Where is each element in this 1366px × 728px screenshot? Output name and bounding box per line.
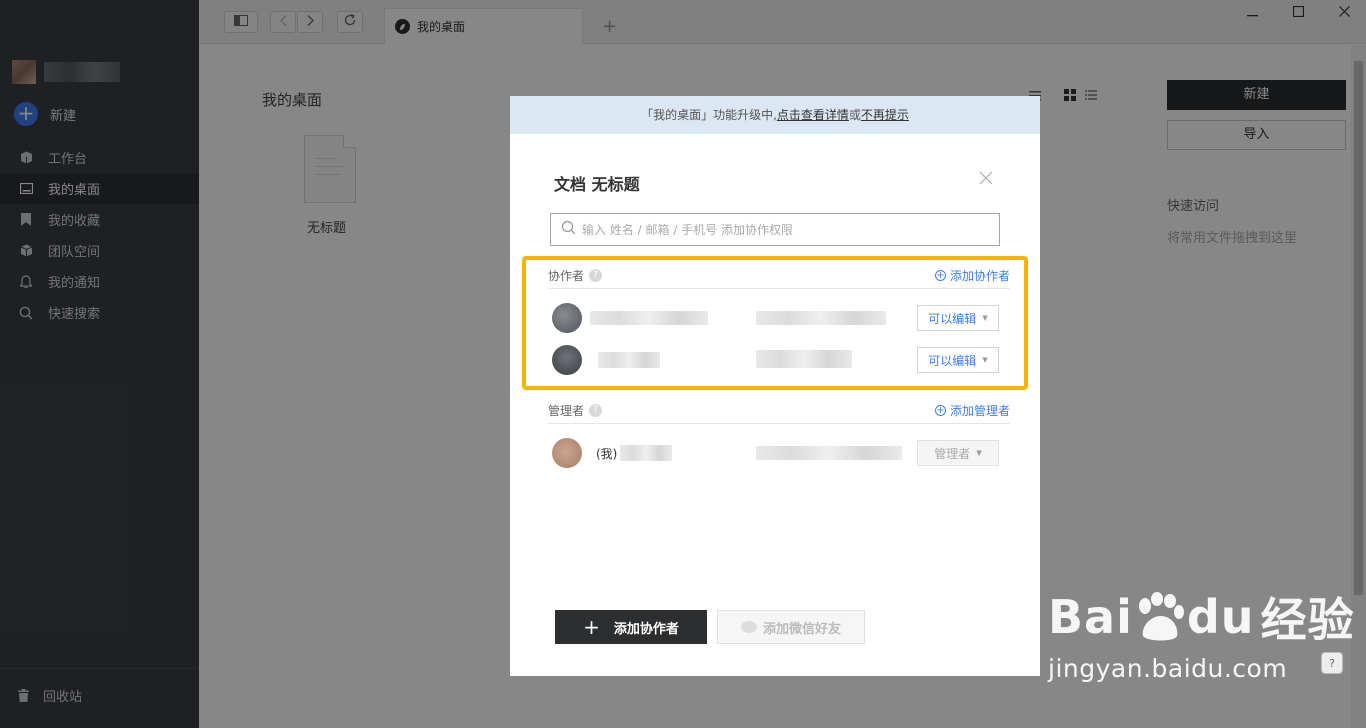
notice-text: 「我的桌面」功能升级中, xyxy=(641,108,777,122)
collaborator-row: 可以编辑 ▼ xyxy=(552,344,1002,376)
search-icon xyxy=(561,220,576,239)
avatar xyxy=(552,345,582,375)
manager-row: (我) 管理者 ▼ xyxy=(552,437,1002,469)
caret-down-icon: ▼ xyxy=(982,356,988,364)
watermark-url: jingyan.baidu.com xyxy=(1048,654,1288,683)
plus-circle-icon: + xyxy=(934,270,946,281)
wechat-icon xyxy=(740,621,757,633)
upgrade-notice: 「我的桌面」功能升级中,点击查看详情或不再提示 xyxy=(510,96,1040,134)
manager-name-blurred xyxy=(620,445,672,461)
collaborator-email-blurred xyxy=(756,350,852,368)
manager-permission-dropdown: 管理者 ▼ xyxy=(917,440,999,466)
view-details-link[interactable]: 点击查看详情 xyxy=(777,108,849,122)
help-icon[interactable]: ? xyxy=(589,269,603,282)
close-icon xyxy=(979,171,993,189)
add-collaborator-button-label: 添加协作者 xyxy=(613,621,679,637)
dialog-title: 文档 无标题 xyxy=(554,175,640,194)
permission-label: 可以编辑 xyxy=(928,311,977,326)
share-dialog: 「我的桌面」功能升级中,点击查看详情或不再提示 文档 无标题 协作者 ? + 添… xyxy=(510,96,1040,676)
watermark-brand: Bai xyxy=(1048,590,1133,644)
collaborator-row: 可以编辑 ▼ xyxy=(552,302,1002,334)
help-icon[interactable]: ? xyxy=(589,404,603,417)
dialog-close-button[interactable] xyxy=(976,170,996,190)
caret-down-icon: ▼ xyxy=(976,449,982,457)
permission-dropdown[interactable]: 可以编辑 ▼ xyxy=(917,347,999,373)
collaborator-name-blurred xyxy=(590,311,708,325)
add-collaborator-button[interactable]: + 添加协作者 xyxy=(555,610,707,644)
baidu-paw-icon xyxy=(1133,592,1187,642)
permission-label: 管理者 xyxy=(934,446,971,461)
managers-label: 管理者 xyxy=(548,404,585,418)
me-label: (我) xyxy=(596,447,618,461)
add-wechat-friend-button: 添加微信好友 xyxy=(717,610,865,644)
collaborator-email-blurred xyxy=(756,311,886,325)
watermark-brand-du: du xyxy=(1186,590,1255,644)
dont-show-again-link[interactable]: 不再提示 xyxy=(861,108,909,122)
add-collaborator-link-label: 添加协作者 xyxy=(949,269,1010,283)
add-wechat-button-label: 添加微信好友 xyxy=(762,621,841,637)
plus-circle-icon: + xyxy=(934,405,946,416)
caret-down-icon: ▼ xyxy=(982,314,988,322)
add-collaborator-link[interactable]: + 添加协作者 xyxy=(934,267,1010,284)
avatar xyxy=(552,438,582,468)
plus-icon: + xyxy=(583,615,600,639)
help-button[interactable]: ? xyxy=(1321,652,1343,674)
collaborator-search-input[interactable] xyxy=(582,222,999,237)
managers-header: 管理者 ? + 添加管理者 xyxy=(548,398,1010,424)
avatar xyxy=(552,303,582,333)
notice-or: 或 xyxy=(848,108,861,122)
watermark-brand-cn: 经验 xyxy=(1260,593,1355,647)
permission-dropdown[interactable]: 可以编辑 ▼ xyxy=(917,305,999,331)
add-manager-link-label: 添加管理者 xyxy=(949,404,1010,418)
manager-email-blurred xyxy=(756,446,902,460)
collaborator-name-blurred xyxy=(598,352,660,368)
add-manager-link[interactable]: + 添加管理者 xyxy=(934,402,1010,419)
baidu-jingyan-watermark: Bai du 经验 jingyan.baidu.com xyxy=(1048,584,1355,683)
collaborator-search xyxy=(550,213,1000,246)
collaborators-header: 协作者 ? + 添加协作者 xyxy=(548,263,1010,289)
permission-label: 可以编辑 xyxy=(928,353,977,368)
collaborators-label: 协作者 xyxy=(548,269,585,283)
